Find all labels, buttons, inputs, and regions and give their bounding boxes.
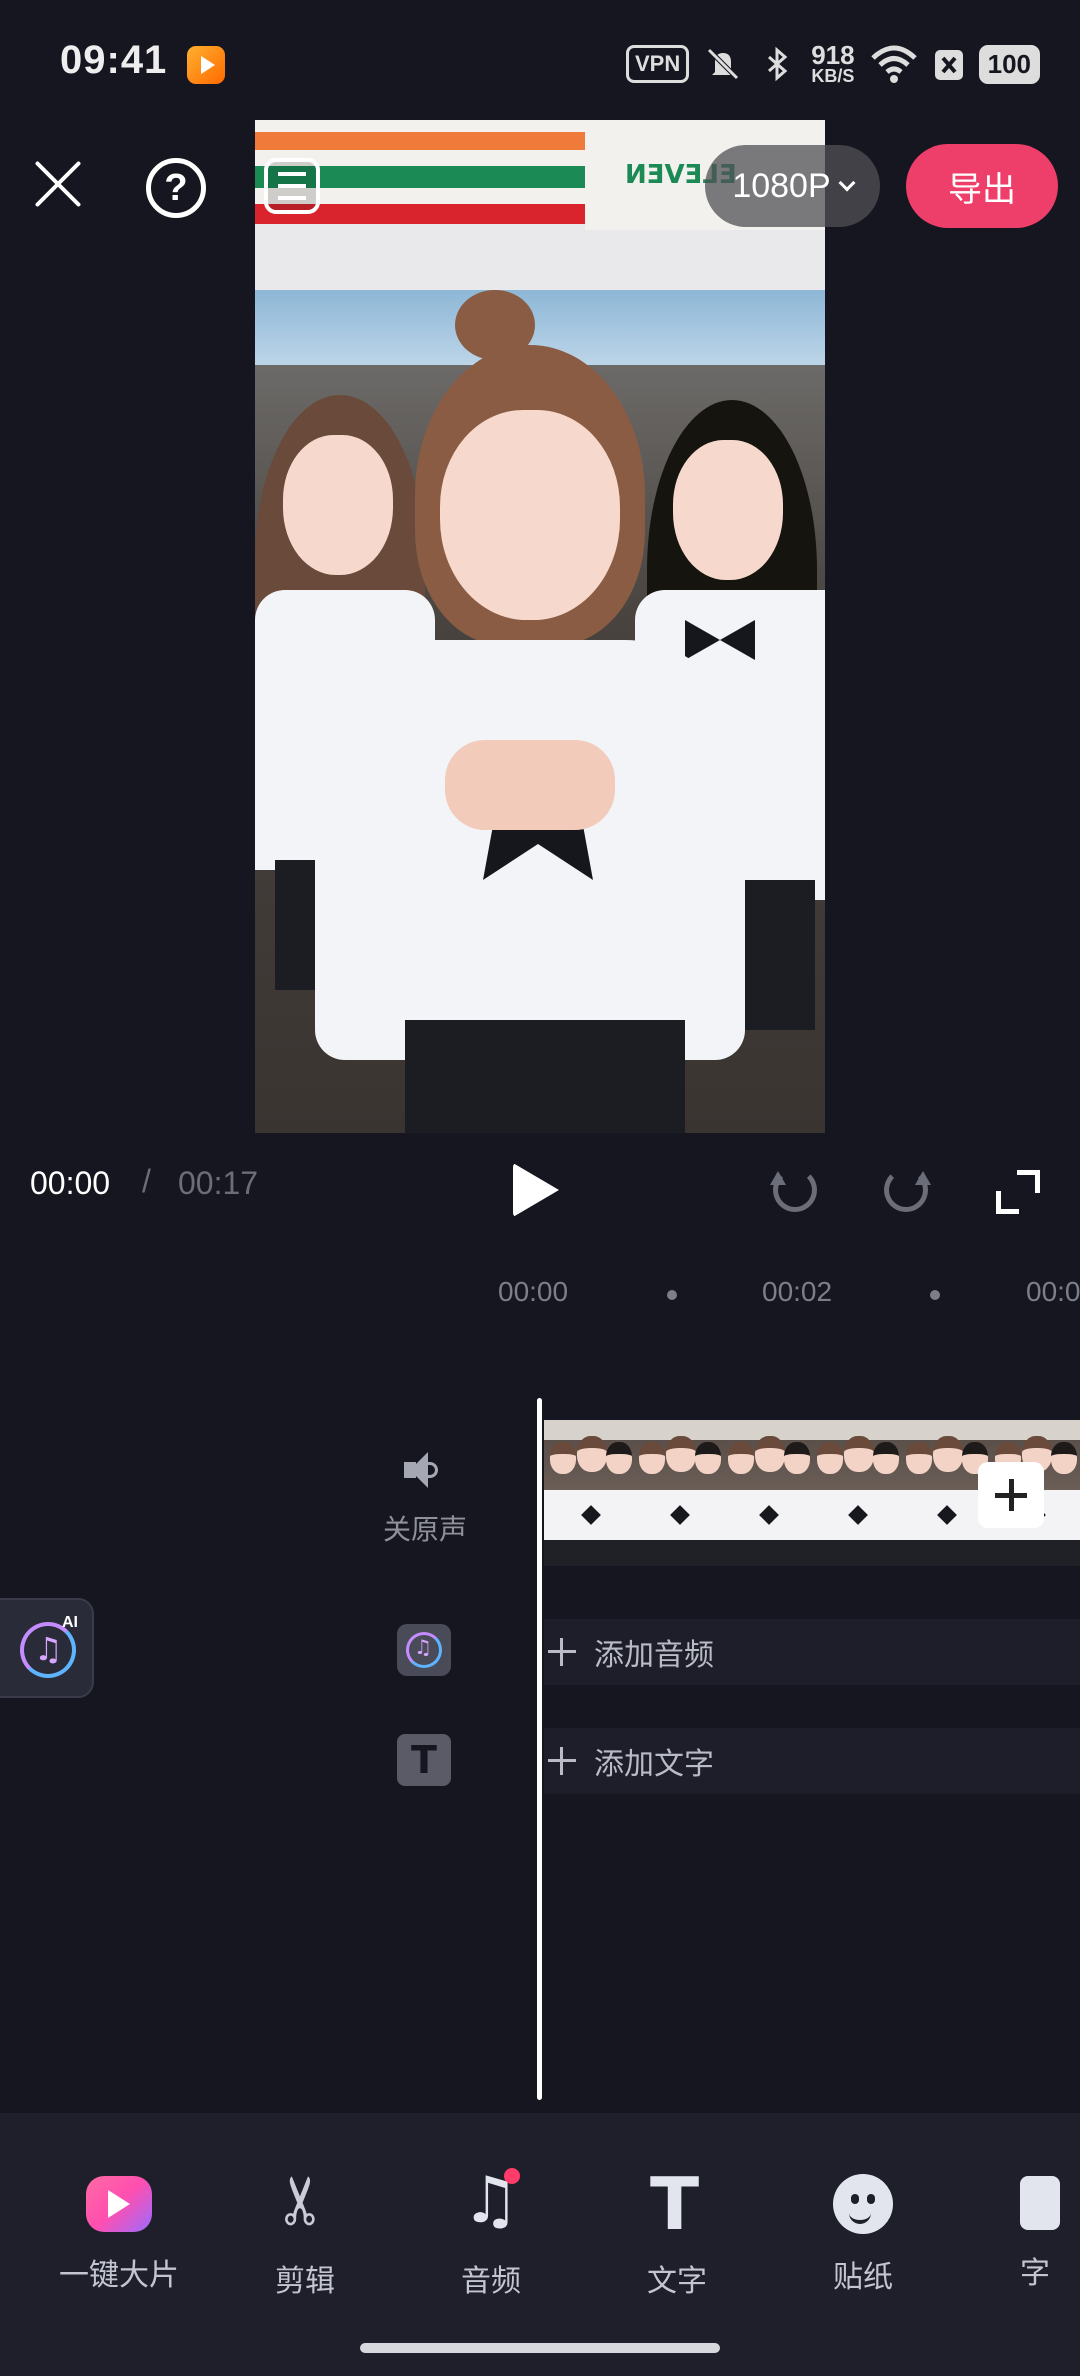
tool-label: 一键大片 — [59, 2259, 179, 2292]
redo-button[interactable] — [884, 1168, 931, 1212]
scissors-icon — [270, 2168, 340, 2238]
tool-label: 字 — [1020, 2257, 1050, 2290]
list-line-icon — [278, 196, 306, 200]
no-sim-icon — [933, 44, 965, 84]
mute-original-label[interactable]: 关原声 — [380, 1508, 470, 1548]
network-speed: 918 KB/S — [811, 40, 855, 86]
tool-edit[interactable]: 剪辑 — [230, 2168, 380, 2300]
clip-thumbnail — [544, 1420, 633, 1566]
resolution-label: 1080P — [732, 166, 831, 205]
audio-track-icon[interactable]: ♫ — [397, 1624, 451, 1676]
tool-one-click-movie[interactable]: 一键大片 — [44, 2168, 194, 2294]
tool-sticker[interactable]: 贴纸 — [788, 2168, 938, 2296]
battery-icon: 100 — [978, 44, 1040, 84]
total-duration: 00:17 — [178, 1165, 259, 1201]
clip-thumbnail — [633, 1420, 722, 1566]
export-button[interactable]: 导出 — [906, 144, 1058, 228]
plus-icon — [548, 1747, 576, 1775]
add-audio-label: 添加音频 — [594, 1639, 714, 1672]
preview-person-center-shirt — [315, 640, 745, 1060]
fullscreen-button[interactable] — [996, 1170, 1040, 1214]
tick-dot — [930, 1290, 940, 1300]
tick-label: 00:02 — [762, 1276, 833, 1307]
music-note-icon: ♫ — [34, 1630, 63, 1668]
tool-text[interactable]: 文字 — [602, 2162, 752, 2300]
tick-dot — [667, 1290, 677, 1300]
app-notification-icon — [187, 46, 225, 84]
tool-label: 音频 — [461, 2265, 521, 2298]
tool-label: 贴纸 — [833, 2261, 893, 2294]
tool-captions[interactable]: 字 — [974, 2168, 1080, 2292]
undo-button[interactable] — [770, 1168, 817, 1212]
ai-movie-icon — [86, 2176, 152, 2232]
tick-label: 00:0 — [1026, 1276, 1080, 1307]
music-note-icon: ♫ — [414, 1635, 432, 1659]
add-audio-row[interactable]: 添加音频 — [544, 1619, 1080, 1685]
time-separator: / — [142, 1163, 151, 1199]
bluetooth-icon — [757, 44, 797, 84]
clip-thumbnail — [722, 1420, 811, 1566]
text-track-icon[interactable]: T — [397, 1734, 451, 1786]
ai-tag: AI — [62, 1614, 78, 1631]
status-time: 09:41 — [60, 38, 168, 82]
caption-icon — [1020, 2176, 1060, 2230]
play-button[interactable] — [513, 1163, 559, 1217]
chevron-down-icon — [838, 174, 856, 192]
text-icon — [642, 2162, 712, 2246]
tool-label: 剪辑 — [275, 2265, 335, 2298]
list-button[interactable] — [264, 158, 320, 214]
tick-label: 00:00 — [498, 1276, 569, 1307]
add-text-label: 添加文字 — [594, 1748, 714, 1781]
silent-bell-icon — [703, 44, 743, 84]
resolution-selector[interactable]: 1080P — [705, 145, 880, 227]
add-clip-button[interactable] — [978, 1462, 1044, 1528]
ai-music-button[interactable]: ♫ AI — [0, 1598, 94, 1698]
add-text-row[interactable]: 添加文字 — [544, 1728, 1080, 1794]
clip-thumbnail — [900, 1420, 989, 1566]
speaker-icon[interactable] — [404, 1450, 444, 1490]
clip-thumbnail — [811, 1420, 900, 1566]
tool-audio[interactable]: 音频 — [416, 2164, 566, 2300]
sticker-icon — [833, 2174, 893, 2234]
timeline-ruler: 00:00 00:02 00:0 — [0, 1248, 1080, 1328]
preview-person-center-hands — [445, 740, 615, 830]
status-bar: 09:41 VPN 918 KB/S 100 — [0, 0, 1080, 120]
list-line-icon — [278, 184, 306, 188]
preview-person-center-skirt — [405, 1020, 685, 1133]
list-line-icon — [278, 172, 306, 176]
wifi-icon — [869, 44, 919, 84]
tool-label: 文字 — [647, 2265, 707, 2298]
home-indicator[interactable] — [360, 2343, 720, 2353]
music-note-icon — [456, 2164, 526, 2238]
close-button[interactable] — [30, 155, 86, 211]
playhead[interactable] — [537, 1398, 542, 2100]
preview-person-center-face — [440, 410, 620, 620]
vpn-icon: VPN — [625, 45, 690, 83]
video-preview[interactable] — [255, 120, 825, 1133]
preview-person-left-face — [283, 435, 393, 575]
plus-icon — [548, 1638, 576, 1666]
preview-person-right-face — [673, 440, 783, 580]
status-indicators: VPN 918 KB/S 100 — [625, 40, 1040, 88]
help-button[interactable]: ? — [146, 158, 206, 218]
current-time: 00:00 — [30, 1165, 111, 1201]
